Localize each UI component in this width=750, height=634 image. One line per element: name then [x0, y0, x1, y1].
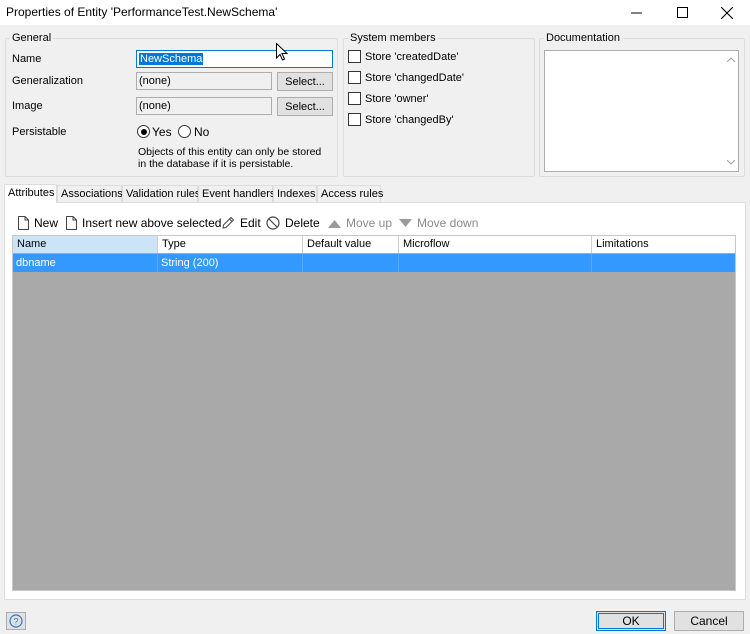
documentation-legend: Documentation: [546, 32, 620, 44]
name-value: NewSchema: [139, 53, 204, 65]
store-created-date-checkbox[interactable]: [348, 50, 361, 63]
store-owner-checkbox[interactable]: [348, 92, 361, 105]
new-document-icon: [18, 216, 29, 230]
help-icon: ?: [9, 614, 23, 628]
move-up-button[interactable]: Move up: [328, 214, 392, 232]
minimize-button[interactable]: [613, 0, 659, 25]
cell-limitations[interactable]: [592, 254, 735, 272]
close-button[interactable]: [704, 0, 750, 25]
title-bar: Properties of Entity 'PerformanceTest.Ne…: [0, 0, 750, 25]
insert-document-icon: [66, 216, 77, 230]
image-field: (none): [136, 97, 272, 115]
tab-event-handlers[interactable]: Event handlers: [198, 185, 275, 203]
persistable-no-label[interactable]: No: [194, 125, 209, 139]
store-changed-date-label[interactable]: Store 'changedDate': [365, 72, 464, 84]
generalization-field: (none): [136, 72, 272, 90]
move-up-label: Move up: [346, 216, 393, 230]
store-owner-label[interactable]: Store 'owner': [365, 93, 429, 105]
edit-label: Edit: [240, 216, 261, 230]
grid-header: Name Type Default value Microflow Limita…: [13, 236, 735, 253]
mouse-cursor-icon: [276, 43, 288, 61]
tab-validation-rules[interactable]: Validation rules: [122, 185, 200, 203]
name-label: Name: [12, 53, 42, 65]
cell-type[interactable]: String (200): [158, 254, 303, 272]
persistable-yes-radio[interactable]: [137, 125, 150, 138]
help-button[interactable]: ?: [6, 612, 26, 630]
column-header-type[interactable]: Type: [158, 236, 303, 253]
persistable-no-radio[interactable]: [178, 125, 191, 138]
move-down-button[interactable]: Move down: [399, 214, 478, 232]
persistable-yes-label[interactable]: Yes: [152, 125, 172, 139]
tab-indexes[interactable]: Indexes: [273, 185, 317, 203]
delete-label: Delete: [285, 216, 320, 230]
move-down-label: Move down: [417, 216, 479, 230]
persistable-label: Persistable: [12, 126, 67, 138]
new-label: New: [34, 216, 59, 230]
arrow-up-icon: [328, 219, 341, 228]
name-input[interactable]: NewSchema: [136, 50, 333, 68]
cell-name[interactable]: dbname: [13, 254, 158, 272]
store-changed-by-checkbox[interactable]: [348, 113, 361, 126]
close-icon: [721, 6, 733, 19]
window-title: Properties of Entity 'PerformanceTest.Ne…: [6, 5, 278, 19]
new-button[interactable]: New: [18, 214, 58, 232]
column-header-name[interactable]: Name: [13, 236, 158, 253]
maximize-icon: [676, 7, 688, 18]
image-label: Image: [12, 100, 43, 112]
generalization-select-button[interactable]: Select...: [277, 72, 333, 91]
general-legend: General: [12, 32, 52, 44]
column-header-default-value[interactable]: Default value: [303, 236, 399, 253]
maximize-button[interactable]: [659, 0, 705, 25]
cell-default-value[interactable]: [303, 254, 399, 272]
arrow-down-icon: [399, 218, 412, 228]
system-members-legend: System members: [350, 32, 436, 44]
documentation-scrollbar[interactable]: [724, 51, 738, 171]
insert-above-button[interactable]: Insert new above selected: [66, 214, 221, 232]
minimize-icon: [630, 12, 642, 14]
generalization-label: Generalization: [12, 75, 83, 87]
pencil-icon: [221, 216, 235, 230]
persistable-note-line2: in the database if it is persistable.: [138, 158, 294, 170]
cell-microflow[interactable]: [399, 254, 592, 272]
edit-button[interactable]: Edit: [221, 214, 261, 232]
delete-button[interactable]: Delete: [266, 214, 320, 232]
store-changed-by-label[interactable]: Store 'changedBy': [365, 114, 454, 126]
store-created-date-label[interactable]: Store 'createdDate': [365, 51, 458, 63]
image-select-button[interactable]: Select...: [277, 97, 333, 116]
delete-circle-icon: [266, 216, 280, 230]
table-row[interactable]: dbname String (200): [13, 254, 735, 272]
column-header-microflow[interactable]: Microflow: [399, 236, 592, 253]
scroll-up-icon: [727, 57, 735, 62]
tab-associations[interactable]: Associations: [57, 185, 123, 203]
ok-button[interactable]: OK: [596, 611, 666, 631]
svg-text:?: ?: [13, 617, 18, 627]
attributes-grid[interactable]: Name Type Default value Microflow Limita…: [12, 235, 736, 591]
tab-access-rules[interactable]: Access rules: [317, 185, 383, 203]
cancel-button[interactable]: Cancel: [674, 611, 744, 631]
store-changed-date-checkbox[interactable]: [348, 71, 361, 84]
insert-label: Insert new above selected: [82, 216, 222, 230]
scroll-down-icon: [727, 160, 735, 165]
persistable-note-line1: Objects of this entity can only be store…: [138, 146, 322, 158]
column-header-limitations[interactable]: Limitations: [592, 236, 735, 253]
tab-attributes[interactable]: Attributes: [4, 184, 57, 203]
documentation-textarea[interactable]: [544, 50, 739, 172]
